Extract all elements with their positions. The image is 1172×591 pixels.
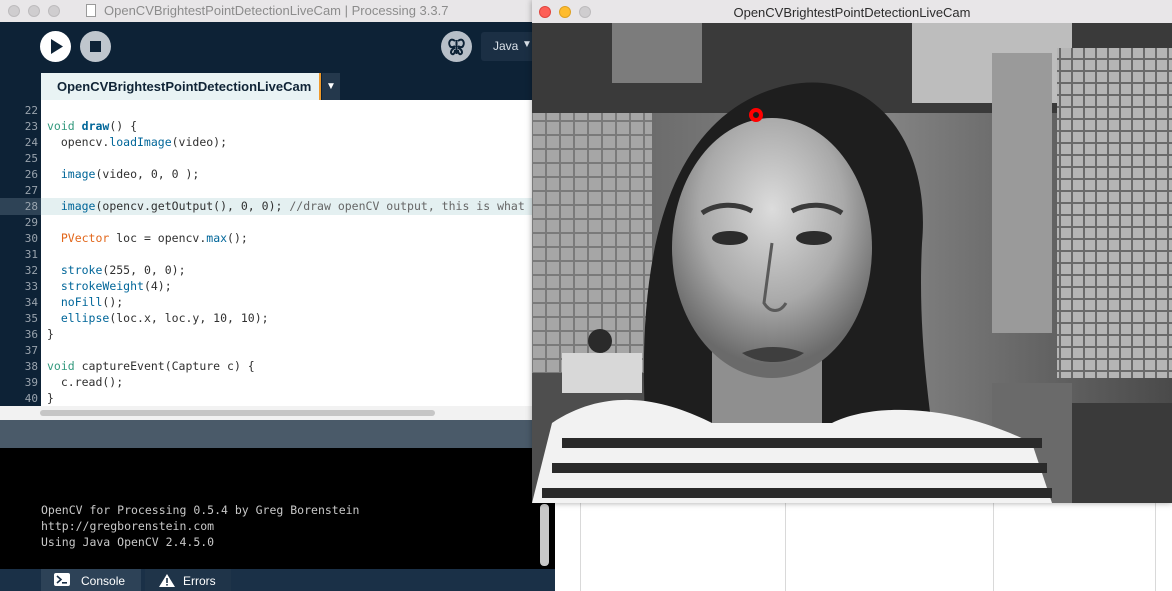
ide-window-title: OpenCVBrightestPointDetectionLiveCam | P… <box>104 3 449 18</box>
code-line: strokeWeight(4); <box>60 279 172 293</box>
code-line: opencv.loadImage(video); <box>47 135 228 149</box>
background-column-divider <box>580 503 581 591</box>
editor-horizontal-scrollbar[interactable] <box>0 406 555 420</box>
line-number: 32 <box>24 264 38 277</box>
line-number: 40 <box>24 392 38 405</box>
ide-zoom-button[interactable] <box>48 5 60 17</box>
mode-label: Java <box>493 39 519 53</box>
console-line: http://gregborenstein.com <box>41 519 215 533</box>
code-line: image(video, 0, 0 ); <box>60 167 200 181</box>
ide-titlebar: OpenCVBrightestPointDetectionLiveCam | P… <box>0 0 555 23</box>
line-number: 36 <box>24 328 38 341</box>
line-number: 27 <box>24 184 38 197</box>
webcam-feed <box>532 23 1172 503</box>
play-icon <box>51 39 63 54</box>
butterfly-debug-icon <box>448 38 465 56</box>
line-number: 26 <box>24 168 38 181</box>
background-column-divider <box>993 503 994 591</box>
document-icon <box>86 4 96 17</box>
tab-sketch[interactable]: OpenCVBrightestPointDetectionLiveCam <box>41 73 321 100</box>
ide-close-button[interactable] <box>8 5 20 17</box>
line-number: 25 <box>24 152 38 165</box>
status-bar: Console Errors <box>0 569 555 591</box>
code-line: } <box>47 391 54 405</box>
console-output: OpenCV for Processing 0.5.4 by Greg Bore… <box>0 448 555 569</box>
line-number: 29 <box>24 216 38 229</box>
code-line: noFill(); <box>60 295 124 309</box>
line-number: 22 <box>24 104 38 117</box>
code-line: image(opencv.getOutput(), 0, 0); //draw … <box>60 199 525 213</box>
stop-button[interactable] <box>80 31 111 62</box>
console-tab[interactable]: Console <box>41 569 141 591</box>
line-number: 31 <box>24 248 38 261</box>
sketch-window: OpenCVBrightestPointDetectionLiveCam <box>532 0 1172 503</box>
console-line: OpenCV for Processing 0.5.4 by Greg Bore… <box>41 503 360 517</box>
debug-button[interactable] <box>441 31 472 62</box>
line-number: 24 <box>24 136 38 149</box>
terminal-icon <box>54 573 70 586</box>
processing-ide-window: OpenCVBrightestPointDetectionLiveCam | P… <box>0 0 555 591</box>
background-app-window <box>555 503 1172 591</box>
tab-label: OpenCVBrightestPointDetectionLiveCam <box>57 79 312 94</box>
sketch-titlebar: OpenCVBrightestPointDetectionLiveCam <box>532 0 1172 24</box>
editor-tab-bar: OpenCVBrightestPointDetectionLiveCam ▼ <box>0 70 555 100</box>
background-column-divider <box>785 503 786 591</box>
tab-menu-button[interactable]: ▼ <box>322 73 340 100</box>
console-scrollbar[interactable] <box>540 504 549 566</box>
chevron-down-icon: ▼ <box>522 39 532 50</box>
line-number: 39 <box>24 376 38 389</box>
console-tab-label: Console <box>81 574 126 588</box>
code-line: void draw() { <box>47 119 138 133</box>
line-number: 30 <box>24 232 38 245</box>
errors-tab[interactable]: Errors <box>145 569 231 591</box>
ide-minimize-button[interactable] <box>28 5 40 17</box>
code-line: ellipse(loc.x, loc.y, 10, 10); <box>60 311 269 325</box>
code-line: PVector loc = opencv.max(); <box>60 231 248 245</box>
scrollbar-thumb[interactable] <box>40 410 435 416</box>
editor-console-divider[interactable] <box>0 420 555 448</box>
line-number: 23 <box>24 120 38 133</box>
line-number: 28 <box>24 200 38 213</box>
code-editor[interactable]: 22 23 void draw() { 24 opencv.loadImage(vid… <box>0 100 555 406</box>
webcam-image <box>532 23 1172 503</box>
line-number: 35 <box>24 312 38 325</box>
chevron-down-icon: ▼ <box>326 81 336 92</box>
code-line: } <box>47 327 54 341</box>
errors-tab-label: Errors <box>183 574 216 588</box>
ide-toolbar: Java ▼ <box>0 22 555 70</box>
stop-icon <box>90 41 101 52</box>
code-line: stroke(255, 0, 0); <box>60 263 186 277</box>
line-number: 34 <box>24 296 38 309</box>
run-button[interactable] <box>40 31 71 62</box>
console-line: Using Java OpenCV 2.4.5.0 <box>41 535 215 549</box>
line-number: 38 <box>24 360 38 373</box>
background-column-divider <box>1155 503 1156 591</box>
line-number: 37 <box>24 344 38 357</box>
sketch-window-title: OpenCVBrightestPointDetectionLiveCam <box>733 5 971 20</box>
line-number: 33 <box>24 280 38 293</box>
code-line: void captureEvent(Capture c) { <box>47 359 255 373</box>
code-line: c.read(); <box>47 375 124 389</box>
